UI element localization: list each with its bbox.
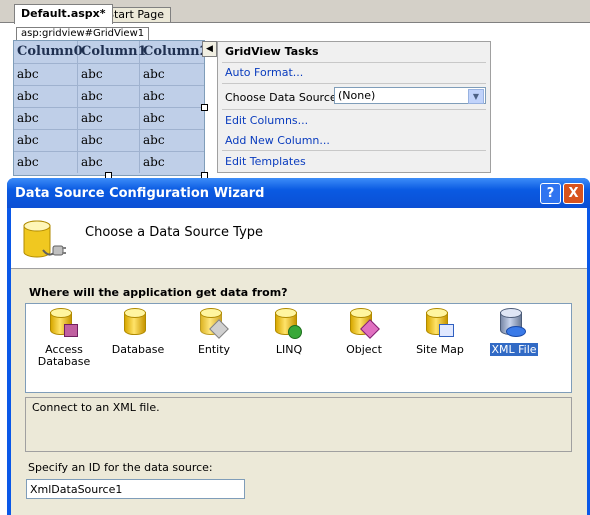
divider (222, 62, 486, 63)
xml-file-icon (500, 308, 528, 342)
object-icon (350, 308, 380, 342)
grid-cell: abc (78, 63, 140, 85)
grid-cell: abc (143, 155, 165, 169)
add-new-column-link[interactable]: Add New Column... (225, 134, 330, 147)
source-question-label: Where will the application get data from… (29, 286, 288, 299)
type-label: Access Database (37, 343, 91, 368)
grid-cell: abc (78, 107, 140, 129)
data-source-select[interactable]: (None) ▼ (334, 87, 486, 104)
grid-cell: abc (14, 107, 78, 129)
gridview-preview[interactable]: Column0 Column1 Column2 abc abc abc abc … (13, 40, 209, 176)
linq-icon (275, 308, 303, 342)
type-label: Site Map (416, 343, 464, 356)
grid-cell: abc (14, 85, 78, 107)
data-source-select-value: (None) (338, 89, 376, 102)
grid-cell: abc (14, 129, 78, 151)
site-map-icon (426, 308, 454, 342)
access-database-icon (50, 308, 78, 342)
grid-header-cell: Column2 (143, 44, 209, 59)
grid-cell: abc (78, 129, 140, 151)
type-label: XML File (490, 343, 538, 356)
data-source-id-label: Specify an ID for the data source: (28, 461, 213, 474)
grid-row: abc abc abc (14, 151, 204, 173)
document-tab-strip: Default.aspx* Start Page (0, 0, 590, 24)
divider (222, 109, 486, 110)
data-source-type-list[interactable]: Access Database Database Entity LINQ Obj… (25, 303, 572, 393)
choose-data-source-label: Choose Data Source: (225, 91, 341, 104)
grid-row: abc abc abc (14, 85, 204, 108)
type-label: Object (346, 343, 382, 356)
close-button[interactable]: X (563, 183, 584, 204)
grid-cell: abc (143, 111, 165, 125)
grid-cell: abc (14, 151, 78, 173)
grid-row: abc abc abc (14, 63, 204, 86)
chevron-down-icon[interactable]: ▼ (468, 89, 484, 104)
grid-row: abc abc abc (14, 107, 204, 130)
control-tag: asp:gridview#GridView1 (16, 27, 150, 41)
grid-header-cell: Column0 (14, 41, 83, 63)
grid-row: abc abc abc (14, 129, 204, 152)
auto-format-link[interactable]: Auto Format... (225, 66, 303, 79)
help-button[interactable]: ? (540, 183, 561, 204)
divider (222, 83, 486, 84)
type-label: Database (111, 343, 165, 356)
data-source-id-input[interactable] (26, 479, 245, 499)
edit-columns-link[interactable]: Edit Columns... (225, 114, 308, 127)
grid-cell: abc (143, 133, 165, 147)
grid-header-cell: Column1 (78, 41, 147, 63)
grid-cell: abc (78, 151, 140, 173)
database-plug-icon (19, 216, 67, 262)
database-icon (124, 308, 152, 342)
grid-cell: abc (143, 89, 165, 103)
grid-cell: abc (78, 85, 140, 107)
description-text: Connect to an XML file. (32, 401, 160, 414)
resize-handle[interactable] (201, 104, 208, 111)
edit-templates-link[interactable]: Edit Templates (225, 155, 306, 168)
type-label: Entity (197, 343, 231, 356)
wizard-title: Data Source Configuration Wizard (15, 186, 265, 201)
grid-header-row: Column0 Column1 Column2 (14, 41, 209, 64)
grid-cell: abc (14, 63, 78, 85)
gridview-tasks-panel: GridView Tasks Auto Format... Choose Dat… (217, 41, 491, 173)
smart-tag-toggle-button[interactable]: ◀ (202, 41, 217, 57)
type-label: LINQ (275, 343, 303, 356)
wizard-step-heading: Choose a Data Source Type (85, 225, 264, 240)
entity-icon (200, 308, 229, 342)
grid-cell: abc (143, 67, 165, 81)
tasks-title: GridView Tasks (225, 45, 319, 58)
tab-default-aspx[interactable]: Default.aspx* (14, 4, 113, 24)
divider (222, 150, 486, 151)
